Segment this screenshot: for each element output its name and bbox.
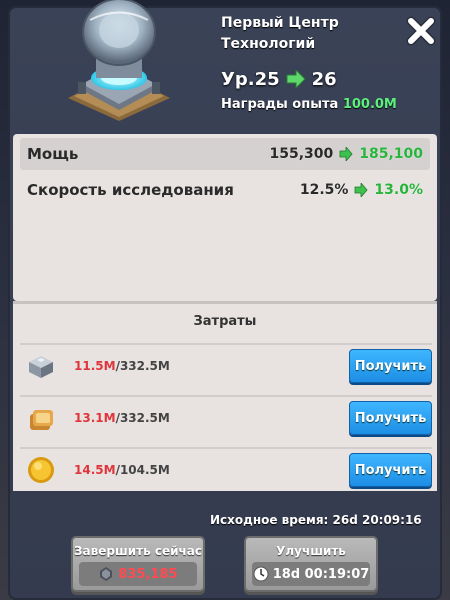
building-title-line2: Технологий: [221, 36, 316, 52]
costs-title: Затраты: [193, 314, 257, 329]
stat-old-value: 155,300: [269, 146, 334, 162]
arrow-right-icon: [355, 183, 368, 197]
stat-label: Скорость исследования: [27, 181, 234, 199]
cost-have: 14.5M: [74, 463, 116, 477]
gold-coin-icon: [28, 457, 54, 483]
upgrade-button[interactable]: Улучшить 18d 00:19:07: [244, 536, 378, 592]
level-row: Ур.25 26: [221, 66, 337, 92]
clock-icon: [253, 566, 269, 582]
stat-new-value: 185,100: [359, 146, 423, 162]
cost-need: /332.5M: [115, 359, 170, 373]
xp-reward: Награды опыта 100.0M: [221, 97, 397, 112]
cost-row-gold: 14.5M/104.5M Получить: [20, 447, 432, 491]
cost-amount: 11.5M/332.5M: [74, 359, 349, 373]
get-gold-button[interactable]: Получить: [349, 453, 432, 487]
close-icon[interactable]: [404, 14, 438, 48]
get-bread-button[interactable]: Получить: [349, 401, 432, 435]
cost-need: /332.5M: [115, 411, 170, 425]
tech-center-building-icon: [68, 0, 170, 121]
stat-row-research-speed: Скорость исследования 12.5% 13.0%: [20, 174, 430, 206]
cost-amount: 14.5M/104.5M: [74, 463, 349, 477]
cost-row-iron: 11.5M/332.5M Получить: [20, 343, 432, 387]
original-time: Исходное время: 26d 20:09:16: [210, 513, 422, 527]
stat-label: Мощь: [27, 145, 79, 163]
costs-section: Затраты 11.5M/332.5M Получить 13.1M/332.…: [13, 301, 437, 491]
arrow-right-icon: [286, 70, 306, 88]
bread-icon: [30, 410, 53, 430]
stat-old-value: 12.5%: [299, 182, 349, 198]
xp-label: Награды опыта: [221, 97, 339, 112]
current-level: Ур.25: [221, 68, 280, 90]
gem-icon: [100, 567, 113, 581]
stat-row-power: Мощь 155,300 185,100: [20, 138, 430, 170]
stat-values: 12.5% 13.0%: [300, 182, 423, 198]
stats-box: Мощь 155,300 185,100 Скорость исследован…: [13, 134, 437, 301]
building-title: Первый Центр Технологий: [221, 13, 381, 55]
stat-new-value: 13.0%: [374, 182, 423, 198]
upgrade-time-value: 18d 00:19:07: [272, 566, 370, 582]
stat-values: 155,300 185,100: [269, 146, 423, 162]
upgrade-label: Улучшить: [276, 544, 346, 558]
cost-row-bread: 13.1M/332.5M Получить: [20, 395, 432, 439]
arrow-right-icon: [339, 147, 353, 161]
finish-cost-value: 835,185: [118, 566, 178, 582]
finish-now-cost: 835,185: [79, 562, 197, 586]
cost-have: 11.5M: [74, 359, 116, 373]
cost-need: /104.5M: [115, 463, 170, 477]
xp-value: 100.0M: [342, 97, 397, 112]
finish-now-label: Завершить сейчас: [74, 544, 202, 558]
next-level: 26: [311, 68, 337, 90]
iron-ingot-icon: [29, 356, 53, 378]
cost-have: 13.1M: [74, 411, 116, 425]
cost-amount: 13.1M/332.5M: [74, 411, 349, 425]
building-title-line1: Первый Центр: [221, 15, 339, 31]
finish-now-button[interactable]: Завершить сейчас 835,185: [71, 536, 205, 592]
get-iron-button[interactable]: Получить: [349, 349, 432, 383]
upgrade-time: 18d 00:19:07: [252, 562, 370, 586]
